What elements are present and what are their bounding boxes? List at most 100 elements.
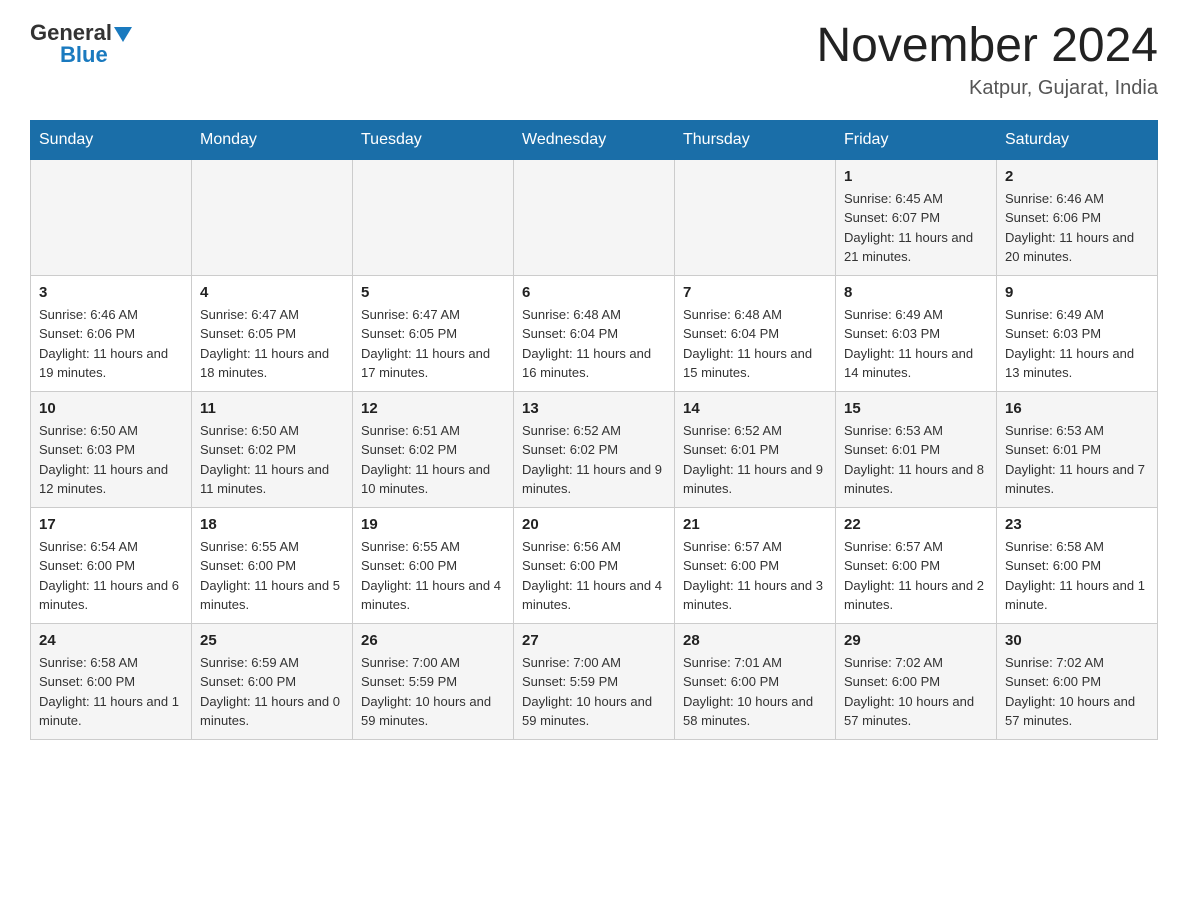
day-number: 12 (361, 400, 505, 417)
calendar-week-5: 24 Sunrise: 6:58 AM Sunset: 6:00 PM Dayli… (31, 623, 1158, 739)
calendar-cell: 29 Sunrise: 7:02 AM Sunset: 6:00 PM Dayli… (836, 623, 997, 739)
sun-info: Sunrise: 6:53 AM Sunset: 6:01 PM Dayligh… (844, 421, 988, 499)
calendar-cell: 23Sunrise: 6:58 AM Sunset: 6:00 PM Dayli… (997, 507, 1158, 623)
day-number: 20 (522, 516, 666, 533)
sun-info: Sunrise: 6:47 AM Sunset: 6:05 PM Dayligh… (200, 305, 344, 383)
calendar-cell (353, 159, 514, 275)
weekday-header-wednesday: Wednesday (514, 120, 675, 159)
calendar-cell: 25 Sunrise: 6:59 AM Sunset: 6:00 PM Dayli… (192, 623, 353, 739)
day-number: 15 (844, 400, 988, 417)
day-number: 13 (522, 400, 666, 417)
sun-info: Sunrise: 7:00 AM Sunset: 5:59 PM Dayligh… (361, 653, 505, 731)
calendar-cell: 3 Sunrise: 6:46 AM Sunset: 6:06 PM Daylig… (31, 275, 192, 391)
calendar-table: SundayMondayTuesdayWednesdayThursdayFrid… (30, 120, 1158, 740)
sun-info: Sunrise: 6:53 AM Sunset: 6:01 PM Dayligh… (1005, 421, 1149, 499)
logo-blue-text: Blue (60, 42, 108, 68)
calendar-cell (31, 159, 192, 275)
calendar-cell (675, 159, 836, 275)
calendar-cell: 6 Sunrise: 6:48 AM Sunset: 6:04 PM Daylig… (514, 275, 675, 391)
day-number: 26 (361, 632, 505, 649)
location-text: Katpur, Gujarat, India (816, 77, 1158, 100)
sun-info: Sunrise: 6:49 AM Sunset: 6:03 PM Dayligh… (1005, 305, 1149, 383)
weekday-header-row: SundayMondayTuesdayWednesdayThursdayFrid… (31, 120, 1158, 159)
day-number: 9 (1005, 284, 1149, 301)
calendar-cell: 11 Sunrise: 6:50 AM Sunset: 6:02 PM Dayli… (192, 391, 353, 507)
calendar-cell: 2 Sunrise: 6:46 AM Sunset: 6:06 PM Daylig… (997, 159, 1158, 275)
day-number: 10 (39, 400, 183, 417)
weekday-header-tuesday: Tuesday (353, 120, 514, 159)
day-number: 30 (1005, 632, 1149, 649)
calendar-cell: 13 Sunrise: 6:52 AM Sunset: 6:02 PM Dayli… (514, 391, 675, 507)
sun-info: Sunrise: 6:54 AM Sunset: 6:00 PM Dayligh… (39, 537, 183, 615)
day-number: 24 (39, 632, 183, 649)
calendar-cell: 12 Sunrise: 6:51 AM Sunset: 6:02 PM Dayli… (353, 391, 514, 507)
sun-info: Sunrise: 6:48 AM Sunset: 6:04 PM Dayligh… (683, 305, 827, 383)
calendar-week-1: 1 Sunrise: 6:45 AM Sunset: 6:07 PM Daylig… (31, 159, 1158, 275)
sun-info: Sunrise: 6:52 AM Sunset: 6:01 PM Dayligh… (683, 421, 827, 499)
calendar-week-3: 10 Sunrise: 6:50 AM Sunset: 6:03 PM Dayli… (31, 391, 1158, 507)
weekday-header-sunday: Sunday (31, 120, 192, 159)
day-number: 19 (361, 516, 505, 533)
day-number: 23 (1005, 516, 1149, 533)
sun-info: Sunrise: 6:46 AM Sunset: 6:06 PM Dayligh… (39, 305, 183, 383)
month-title: November 2024 (816, 20, 1158, 73)
calendar-cell: 16 Sunrise: 6:53 AM Sunset: 6:01 PM Dayli… (997, 391, 1158, 507)
day-number: 18 (200, 516, 344, 533)
sun-info: Sunrise: 7:02 AM Sunset: 6:00 PM Dayligh… (844, 653, 988, 731)
sun-info: Sunrise: 6:51 AM Sunset: 6:02 PM Dayligh… (361, 421, 505, 499)
day-number: 1 (844, 168, 988, 185)
day-number: 14 (683, 400, 827, 417)
calendar-cell: 7Sunrise: 6:48 AM Sunset: 6:04 PM Daylig… (675, 275, 836, 391)
day-number: 3 (39, 284, 183, 301)
calendar-cell: 14 Sunrise: 6:52 AM Sunset: 6:01 PM Dayli… (675, 391, 836, 507)
calendar-week-2: 3 Sunrise: 6:46 AM Sunset: 6:06 PM Daylig… (31, 275, 1158, 391)
day-number: 2 (1005, 168, 1149, 185)
calendar-cell: 28Sunrise: 7:01 AM Sunset: 6:00 PM Dayli… (675, 623, 836, 739)
day-number: 11 (200, 400, 344, 417)
sun-info: Sunrise: 6:46 AM Sunset: 6:06 PM Dayligh… (1005, 189, 1149, 267)
sun-info: Sunrise: 7:00 AM Sunset: 5:59 PM Dayligh… (522, 653, 666, 731)
calendar-cell: 1 Sunrise: 6:45 AM Sunset: 6:07 PM Daylig… (836, 159, 997, 275)
calendar-cell: 27 Sunrise: 7:00 AM Sunset: 5:59 PM Dayli… (514, 623, 675, 739)
calendar-cell: 8 Sunrise: 6:49 AM Sunset: 6:03 PM Daylig… (836, 275, 997, 391)
calendar-cell: 4 Sunrise: 6:47 AM Sunset: 6:05 PM Daylig… (192, 275, 353, 391)
sun-info: Sunrise: 6:50 AM Sunset: 6:02 PM Dayligh… (200, 421, 344, 499)
day-number: 17 (39, 516, 183, 533)
calendar-cell: 17 Sunrise: 6:54 AM Sunset: 6:00 PM Dayli… (31, 507, 192, 623)
sun-info: Sunrise: 6:52 AM Sunset: 6:02 PM Dayligh… (522, 421, 666, 499)
sun-info: Sunrise: 6:47 AM Sunset: 6:05 PM Dayligh… (361, 305, 505, 383)
day-number: 4 (200, 284, 344, 301)
weekday-header-thursday: Thursday (675, 120, 836, 159)
sun-info: Sunrise: 6:58 AM Sunset: 6:00 PM Dayligh… (39, 653, 183, 731)
calendar-cell: 18 Sunrise: 6:55 AM Sunset: 6:00 PM Dayli… (192, 507, 353, 623)
sun-info: Sunrise: 6:49 AM Sunset: 6:03 PM Dayligh… (844, 305, 988, 383)
sun-info: Sunrise: 6:48 AM Sunset: 6:04 PM Dayligh… (522, 305, 666, 383)
calendar-cell: 5 Sunrise: 6:47 AM Sunset: 6:05 PM Daylig… (353, 275, 514, 391)
weekday-header-monday: Monday (192, 120, 353, 159)
calendar-cell (514, 159, 675, 275)
day-number: 28 (683, 632, 827, 649)
weekday-header-saturday: Saturday (997, 120, 1158, 159)
day-number: 25 (200, 632, 344, 649)
calendar-cell: 9 Sunrise: 6:49 AM Sunset: 6:03 PM Daylig… (997, 275, 1158, 391)
sun-info: Sunrise: 6:57 AM Sunset: 6:00 PM Dayligh… (844, 537, 988, 615)
calendar-cell: 22Sunrise: 6:57 AM Sunset: 6:00 PM Dayli… (836, 507, 997, 623)
day-number: 29 (844, 632, 988, 649)
day-number: 27 (522, 632, 666, 649)
sun-info: Sunrise: 6:59 AM Sunset: 6:00 PM Dayligh… (200, 653, 344, 731)
calendar-cell: 24 Sunrise: 6:58 AM Sunset: 6:00 PM Dayli… (31, 623, 192, 739)
sun-info: Sunrise: 6:57 AM Sunset: 6:00 PM Dayligh… (683, 537, 827, 615)
sun-info: Sunrise: 6:55 AM Sunset: 6:00 PM Dayligh… (200, 537, 344, 615)
sun-info: Sunrise: 6:50 AM Sunset: 6:03 PM Dayligh… (39, 421, 183, 499)
sun-info: Sunrise: 6:45 AM Sunset: 6:07 PM Dayligh… (844, 189, 988, 267)
day-number: 16 (1005, 400, 1149, 417)
title-block: November 2024 Katpur, Gujarat, India (816, 20, 1158, 100)
calendar-cell: 21Sunrise: 6:57 AM Sunset: 6:00 PM Dayli… (675, 507, 836, 623)
day-number: 5 (361, 284, 505, 301)
sun-info: Sunrise: 6:55 AM Sunset: 6:00 PM Dayligh… (361, 537, 505, 615)
calendar-cell: 15 Sunrise: 6:53 AM Sunset: 6:01 PM Dayli… (836, 391, 997, 507)
calendar-cell: 20Sunrise: 6:56 AM Sunset: 6:00 PM Dayli… (514, 507, 675, 623)
day-number: 8 (844, 284, 988, 301)
day-number: 6 (522, 284, 666, 301)
calendar-cell: 10 Sunrise: 6:50 AM Sunset: 6:03 PM Dayli… (31, 391, 192, 507)
